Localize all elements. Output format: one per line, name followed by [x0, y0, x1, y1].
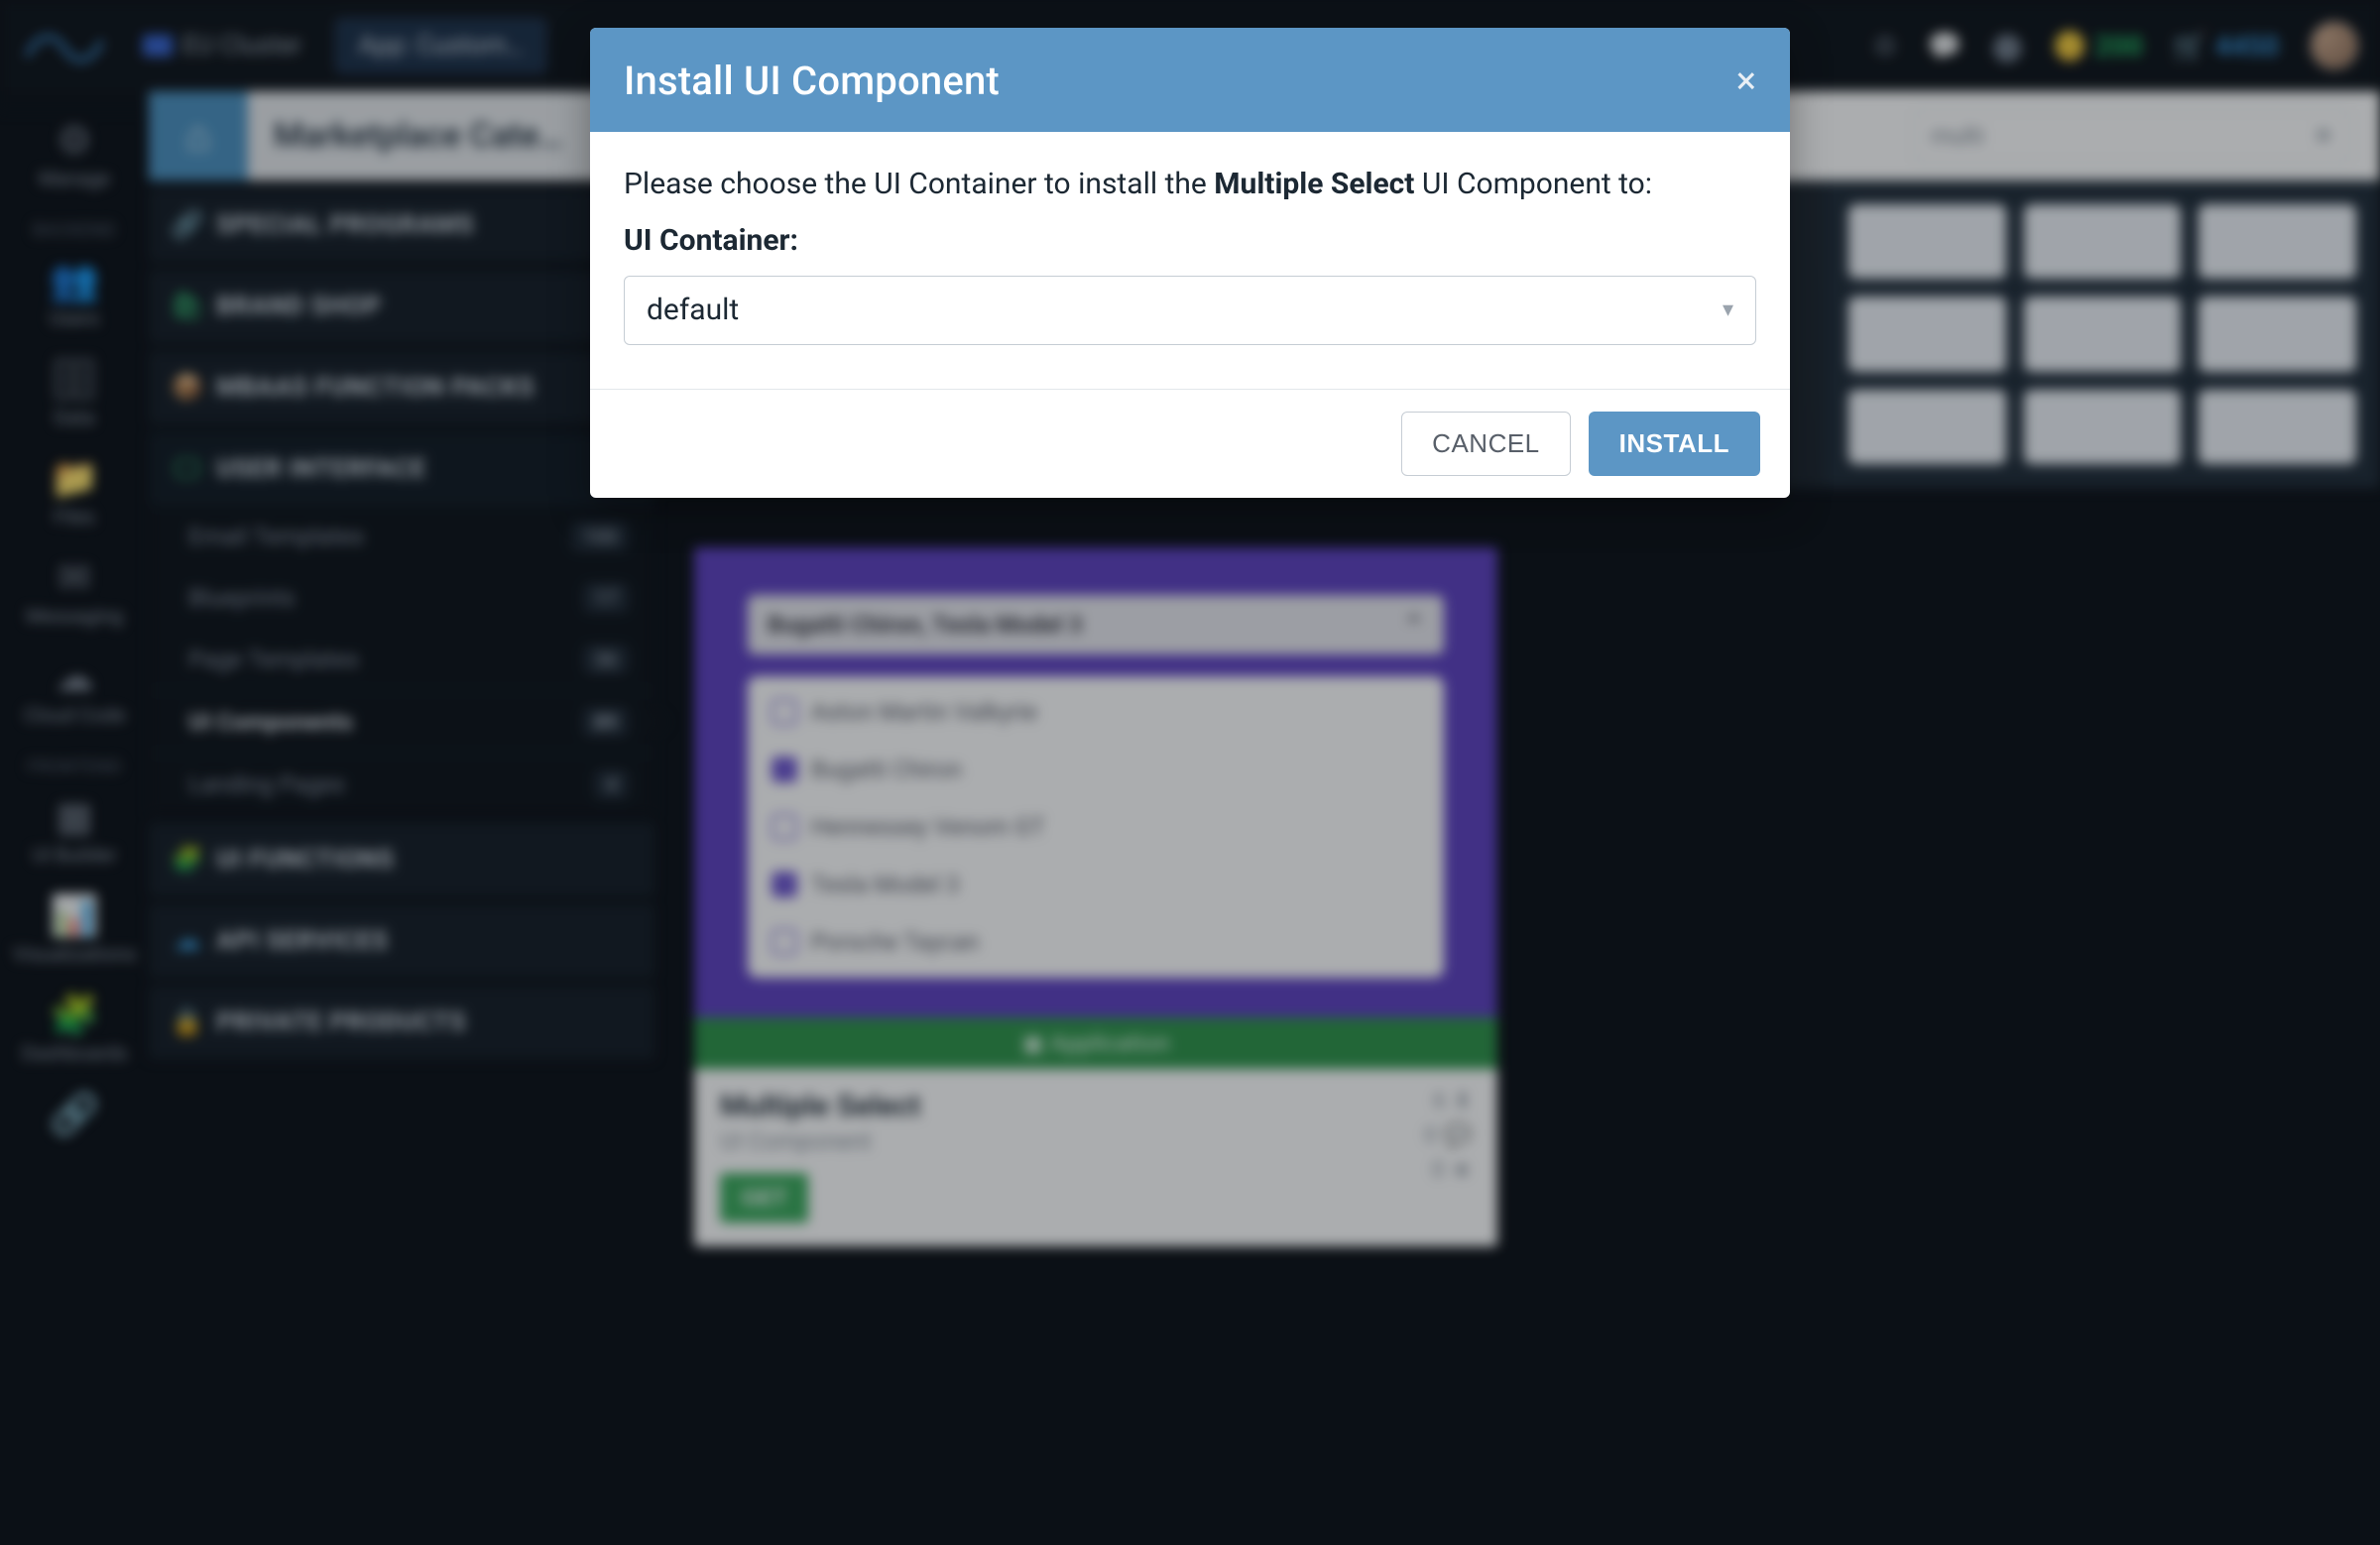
modal-body-suffix: UI Component to:: [1414, 167, 1652, 201]
select-value: default: [647, 288, 739, 334]
cancel-button[interactable]: CANCEL: [1401, 412, 1570, 476]
chevron-down-icon: ▾: [1723, 294, 1733, 327]
modal-component-name: Multiple Select: [1214, 167, 1414, 201]
modal-body-prefix: Please choose the UI Container to instal…: [624, 167, 1214, 201]
modal-overlay[interactable]: Install UI Component × Please choose the…: [0, 0, 2380, 1545]
install-button[interactable]: INSTALL: [1589, 412, 1760, 476]
modal-instruction: Please choose the UI Container to instal…: [624, 162, 1756, 208]
ui-container-label: UI Container:: [624, 218, 1756, 265]
modal-header: Install UI Component ×: [590, 28, 1790, 132]
modal-title: Install UI Component: [624, 58, 1000, 104]
modal-body: Please choose the UI Container to instal…: [590, 132, 1790, 389]
install-modal: Install UI Component × Please choose the…: [590, 28, 1790, 498]
modal-footer: CANCEL INSTALL: [590, 389, 1790, 498]
ui-container-select[interactable]: default ▾: [624, 276, 1756, 345]
close-icon[interactable]: ×: [1736, 62, 1756, 100]
